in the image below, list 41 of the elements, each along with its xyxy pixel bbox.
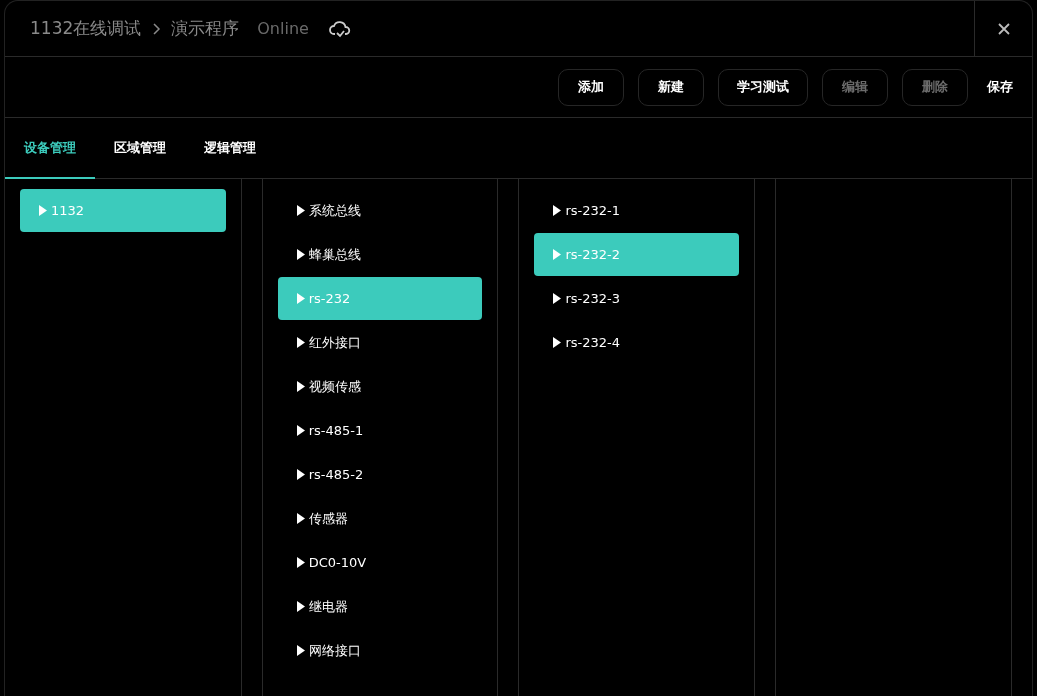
breadcrumb-item[interactable]: 1132在线调试 bbox=[30, 17, 142, 40]
caret-icon bbox=[296, 205, 305, 216]
chevron-right-icon bbox=[151, 22, 162, 35]
tree-item[interactable]: 继电器 bbox=[277, 585, 483, 628]
tree-item[interactable]: rs-485-2 bbox=[277, 453, 483, 496]
caret-icon bbox=[39, 205, 47, 216]
tree-item[interactable]: 网络接口 bbox=[277, 629, 483, 672]
breadcrumb-item[interactable]: 演示程序 bbox=[171, 17, 240, 40]
caret-icon bbox=[296, 381, 305, 392]
tree-item[interactable]: 系统总线 bbox=[277, 189, 483, 232]
tab[interactable]: 逻辑管理 bbox=[185, 118, 275, 179]
toolbar-button[interactable]: 学习测试 bbox=[718, 68, 808, 106]
caret-icon bbox=[296, 337, 305, 348]
tree-item[interactable]: 视频传感 bbox=[277, 365, 483, 408]
tree-item[interactable]: 传感器 bbox=[277, 497, 483, 540]
tree-item[interactable]: rs-485-1 bbox=[277, 409, 483, 452]
caret-icon bbox=[296, 645, 305, 656]
caret-icon bbox=[553, 205, 562, 216]
tree-item[interactable]: 红外接口 bbox=[277, 321, 483, 364]
caret-icon bbox=[296, 249, 305, 260]
tree-item[interactable]: 蜂巢总线 bbox=[277, 233, 483, 276]
toolbar-button[interactable]: 新建 bbox=[638, 68, 704, 106]
caret-icon bbox=[296, 601, 305, 612]
caret-icon bbox=[296, 293, 305, 304]
status-text: Online bbox=[257, 19, 309, 38]
caret-icon bbox=[296, 557, 305, 568]
caret-icon bbox=[553, 337, 562, 348]
tree-item[interactable]: rs-232-4 bbox=[534, 321, 740, 364]
tab[interactable]: 区域管理 bbox=[95, 118, 185, 179]
toolbar-button[interactable]: 添加 bbox=[558, 68, 624, 106]
tree-item[interactable]: rs-232-1 bbox=[534, 189, 740, 232]
cloud-check-icon bbox=[328, 18, 351, 39]
close-icon bbox=[997, 22, 1010, 35]
caret-icon bbox=[553, 293, 562, 304]
tree-item[interactable]: DC0-10V bbox=[277, 541, 483, 584]
tab[interactable]: 设备管理 bbox=[5, 118, 95, 179]
caret-icon bbox=[296, 469, 305, 480]
caret-icon bbox=[296, 425, 305, 436]
caret-icon bbox=[553, 249, 562, 260]
tree-item[interactable]: rs-232-3 bbox=[534, 277, 740, 320]
caret-icon bbox=[296, 513, 305, 524]
